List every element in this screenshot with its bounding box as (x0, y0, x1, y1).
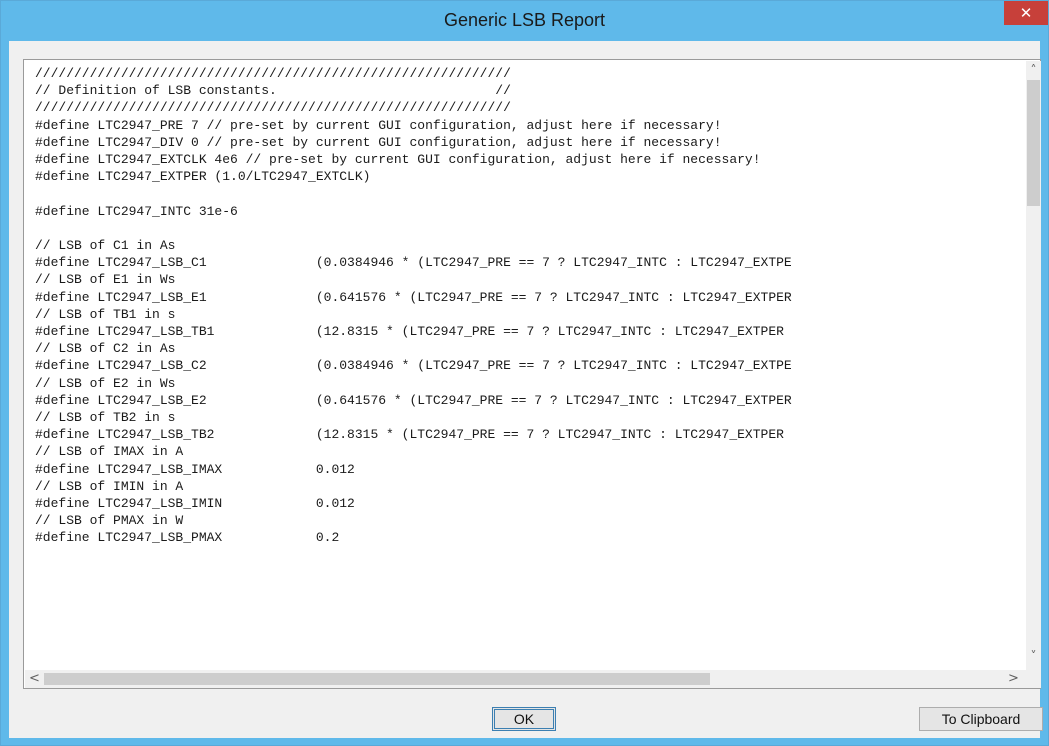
close-icon: ✕ (1019, 4, 1033, 22)
ok-button[interactable]: OK (492, 707, 556, 731)
window-title: Generic LSB Report (443, 10, 606, 30)
scroll-down-icon[interactable]: ˅ (1026, 648, 1041, 665)
horizontal-scroll-thumb[interactable] (44, 673, 710, 685)
report-text: ////////////////////////////////////////… (35, 66, 792, 546)
scroll-up-icon[interactable]: ˄ (1026, 62, 1041, 79)
report-text-area[interactable]: ////////////////////////////////////////… (25, 61, 1026, 670)
report-window: Generic LSB Report ✕ ///////////////////… (0, 0, 1049, 746)
report-text-panel: ////////////////////////////////////////… (23, 59, 1041, 689)
title-bar[interactable]: Generic LSB Report ✕ (1, 1, 1048, 41)
scroll-left-icon[interactable]: < (26, 670, 43, 688)
vertical-scroll-thumb[interactable] (1027, 80, 1040, 206)
to-clipboard-button[interactable]: To Clipboard (919, 707, 1043, 731)
close-button[interactable]: ✕ (1004, 1, 1048, 25)
scroll-right-icon[interactable]: > (1005, 670, 1022, 688)
vertical-scrollbar[interactable]: ˄ ˅ (1026, 61, 1041, 670)
scrollbar-corner (1026, 670, 1041, 688)
horizontal-scrollbar[interactable]: < > (25, 670, 1026, 688)
